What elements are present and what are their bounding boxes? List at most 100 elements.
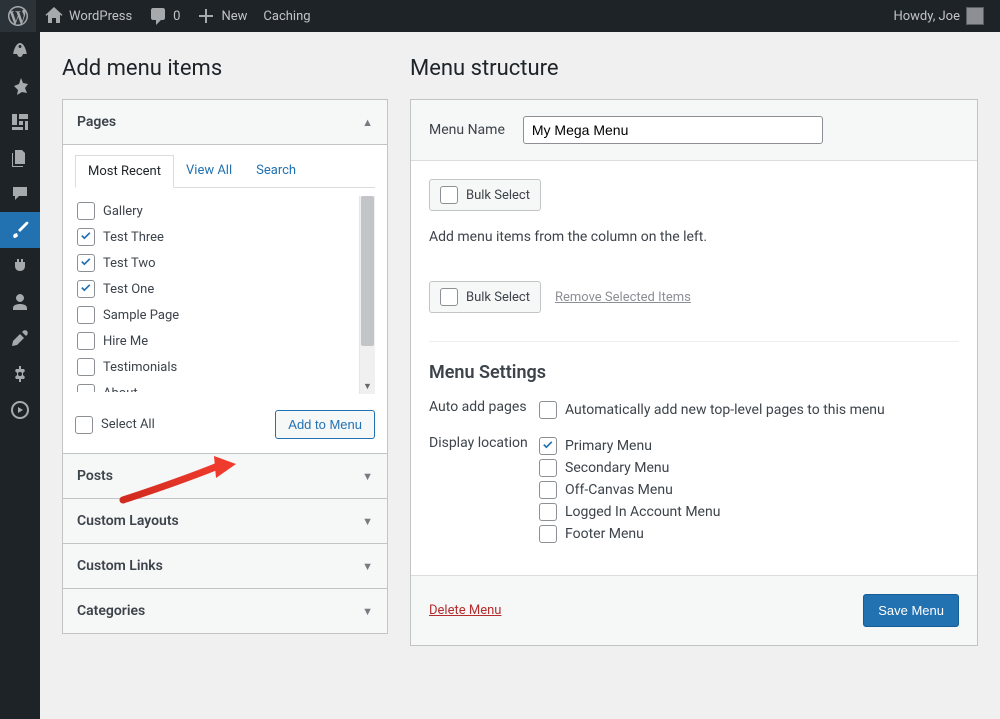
bulk-select-checkbox[interactable] <box>440 186 458 204</box>
bulk-select-top[interactable]: Bulk Select <box>429 179 541 211</box>
page-item[interactable]: Test Two <box>77 250 373 276</box>
location-checkbox[interactable] <box>539 437 557 455</box>
scrollbar-thumb[interactable] <box>361 196 374 346</box>
page-label: Test One <box>103 282 154 297</box>
sidebar-item-pages[interactable] <box>0 140 40 176</box>
page-item[interactable]: Test Three <box>77 224 373 250</box>
location-checkbox[interactable] <box>539 503 557 521</box>
page-item[interactable]: Gallery <box>77 198 373 224</box>
wp-logo[interactable] <box>0 0 36 32</box>
bulk-select-checkbox[interactable] <box>440 288 458 306</box>
location-option[interactable]: Footer Menu <box>539 525 720 543</box>
comment-icon <box>148 6 168 26</box>
sidebar-item-plugins[interactable] <box>0 248 40 284</box>
location-option[interactable]: Off-Canvas Menu <box>539 481 720 499</box>
tab-most-recent[interactable]: Most Recent <box>75 155 174 188</box>
page-checkbox[interactable] <box>77 306 95 324</box>
new-content[interactable]: New <box>188 0 255 32</box>
site-home[interactable]: WordPress <box>36 0 140 32</box>
location-option[interactable]: Secondary Menu <box>539 459 720 477</box>
select-all[interactable]: Select All <box>75 416 155 434</box>
delete-menu-link[interactable]: Delete Menu <box>429 603 501 618</box>
plugin-icon <box>10 256 30 276</box>
page-checkbox[interactable] <box>77 384 95 392</box>
sidebar-item-users[interactable] <box>0 284 40 320</box>
menu-name-label: Menu Name <box>429 122 505 138</box>
categories-toggle[interactable]: Categories ▼ <box>63 589 387 633</box>
chevron-down-icon: ▼ <box>362 515 373 528</box>
chevron-down-icon[interactable]: ▼ <box>361 380 374 394</box>
scrollbar[interactable]: ▼ <box>359 196 375 394</box>
caching-link[interactable]: Caching <box>255 0 318 32</box>
page-item[interactable]: About <box>77 380 373 392</box>
comments-link[interactable]: 0 <box>140 0 188 32</box>
location-checkbox[interactable] <box>539 481 557 499</box>
bulk-select-label: Bulk Select <box>466 290 530 305</box>
sidebar-item-media[interactable] <box>0 104 40 140</box>
pages-panel-toggle[interactable]: Pages ▲ <box>63 100 387 144</box>
posts-panel: Posts ▼ <box>62 453 388 499</box>
select-all-checkbox[interactable] <box>75 416 93 434</box>
custom-layouts-label: Custom Layouts <box>77 513 179 529</box>
posts-panel-label: Posts <box>77 468 113 484</box>
tab-search[interactable]: Search <box>244 155 308 187</box>
plus-icon <box>196 6 216 26</box>
pages-icon <box>10 148 30 168</box>
sidebar-item-appearance[interactable] <box>0 212 40 248</box>
brush-icon <box>10 220 30 240</box>
custom-links-toggle[interactable]: Custom Links ▼ <box>63 544 387 588</box>
page-item[interactable]: Hire Me <box>77 328 373 354</box>
sidebar-item-settings[interactable] <box>0 356 40 392</box>
tab-view-all[interactable]: View All <box>174 155 244 187</box>
account-link[interactable]: Howdy, Joe <box>885 0 992 32</box>
auto-add-checkbox[interactable] <box>539 401 557 419</box>
sidebar-item-dashboard[interactable] <box>0 32 40 68</box>
settings-icon <box>10 364 30 384</box>
location-option[interactable]: Primary Menu <box>539 437 720 455</box>
new-label: New <box>221 9 247 24</box>
chevron-down-icon: ▼ <box>362 560 373 573</box>
page-checkbox[interactable] <box>77 254 95 272</box>
location-checkbox[interactable] <box>539 525 557 543</box>
page-label: About <box>103 386 138 393</box>
auto-add-option[interactable]: Automatically add new top-level pages to… <box>539 401 885 419</box>
page-item[interactable]: Sample Page <box>77 302 373 328</box>
page-checkbox[interactable] <box>77 358 95 376</box>
categories-label: Categories <box>77 603 145 619</box>
wordpress-icon <box>8 6 28 26</box>
locations-list: Primary Menu Secondary Menu Off-Canvas Men… <box>539 433 720 547</box>
avatar-icon <box>966 7 984 25</box>
location-checkbox[interactable] <box>539 459 557 477</box>
page-label: Gallery <box>103 204 143 219</box>
sidebar-item-posts[interactable] <box>0 68 40 104</box>
site-name-label: WordPress <box>69 9 132 24</box>
page-label: Sample Page <box>103 308 179 323</box>
page-label: Hire Me <box>103 334 148 349</box>
menu-name-input[interactable] <box>523 116 823 144</box>
add-items-heading: Add menu items <box>62 56 388 81</box>
posts-panel-toggle[interactable]: Posts ▼ <box>63 454 387 498</box>
menu-settings-heading: Menu Settings <box>429 362 959 383</box>
custom-layouts-toggle[interactable]: Custom Layouts ▼ <box>63 499 387 543</box>
bulk-select-bottom[interactable]: Bulk Select <box>429 281 541 313</box>
location-label: Secondary Menu <box>565 460 669 476</box>
page-item[interactable]: Test One <box>77 276 373 302</box>
location-option[interactable]: Logged In Account Menu <box>539 503 720 521</box>
comment-icon <box>10 184 30 204</box>
location-label: Off-Canvas Menu <box>565 482 673 498</box>
add-to-menu-button[interactable]: Add to Menu <box>275 410 375 439</box>
page-checkbox[interactable] <box>77 202 95 220</box>
page-checkbox[interactable] <box>77 228 95 246</box>
sidebar-item-comments[interactable] <box>0 176 40 212</box>
page-checkbox[interactable] <box>77 280 95 298</box>
location-label: Primary Menu <box>565 438 652 454</box>
bulk-select-label: Bulk Select <box>466 188 530 203</box>
page-item[interactable]: Testimonials <box>77 354 373 380</box>
sidebar-item-tools[interactable] <box>0 320 40 356</box>
admin-sidebar <box>0 32 40 719</box>
sidebar-item-generic[interactable] <box>0 392 40 428</box>
page-checkbox[interactable] <box>77 332 95 350</box>
save-menu-button[interactable]: Save Menu <box>863 594 959 627</box>
custom-layouts-panel: Custom Layouts ▼ <box>62 498 388 544</box>
categories-panel: Categories ▼ <box>62 588 388 634</box>
